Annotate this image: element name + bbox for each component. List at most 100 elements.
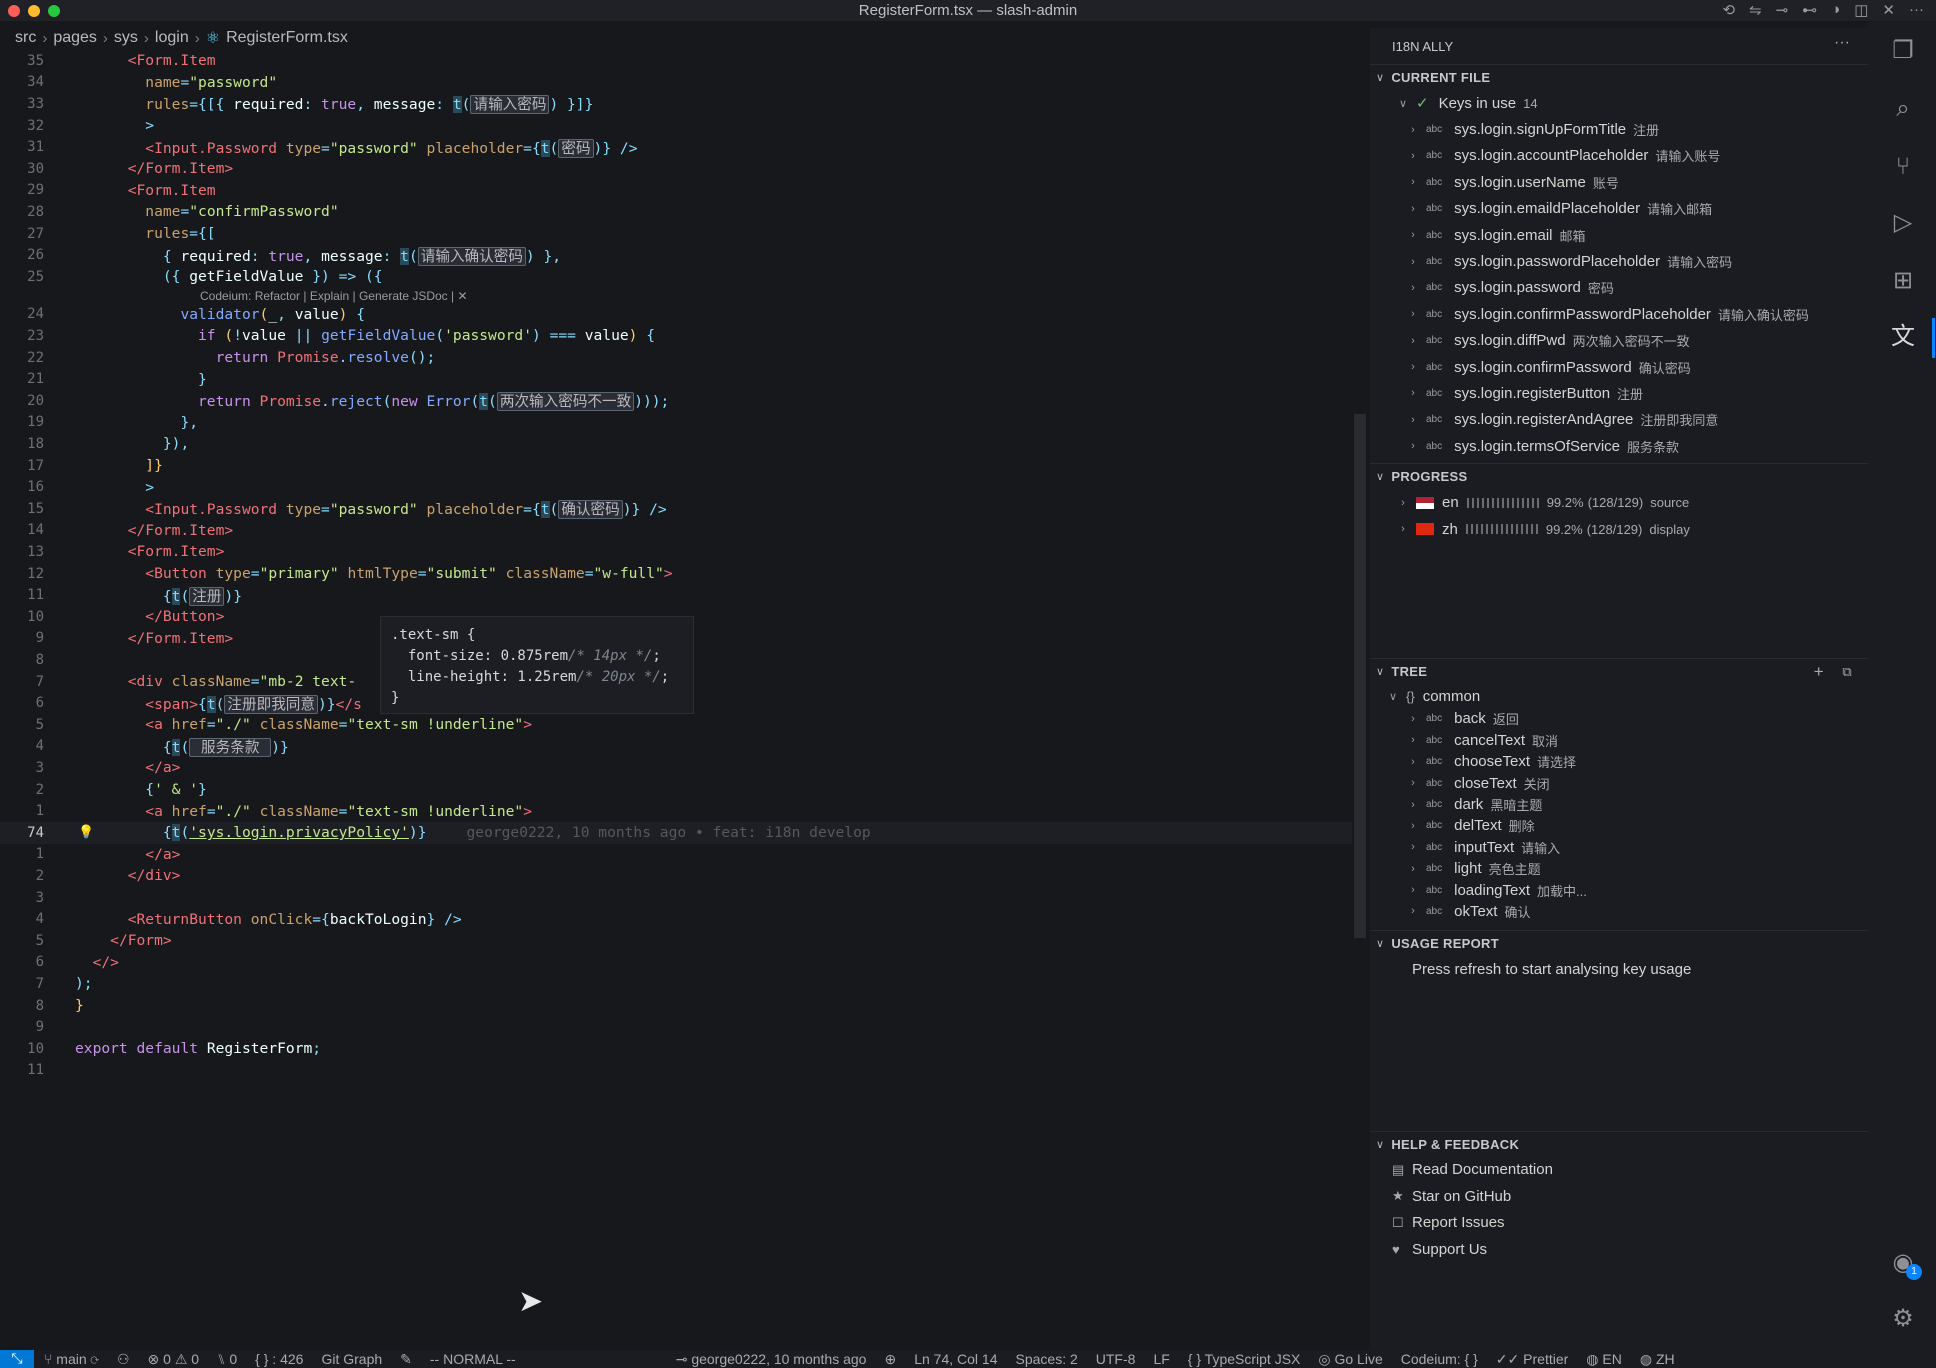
code-line[interactable]: 10 export default RegisterForm; — [0, 1038, 1352, 1060]
code-line[interactable]: 5 <a href="./" className="text-sm !under… — [0, 714, 1352, 736]
i18n-key-item[interactable]: › abc sys.login.diffPwd 两次输入密码不一致 — [1370, 328, 1868, 354]
code-line[interactable]: 29 <Form.Item — [0, 180, 1352, 202]
tree-item[interactable]: › abc loadingText 加载中... — [1370, 879, 1868, 900]
code-line[interactable]: 9 — [0, 1016, 1352, 1038]
git-graph-button[interactable]: Git Graph — [321, 1351, 382, 1367]
i18n-key-item[interactable]: › abc sys.login.termsOfService 服务条款 — [1370, 433, 1868, 459]
i18n-key-item[interactable]: › abc sys.login.passwordPlaceholder 请输入密码 — [1370, 248, 1868, 274]
prettier-status[interactable]: ✓✓ Prettier — [1496, 1351, 1568, 1368]
tree-item[interactable]: › abc chooseText 请选择 — [1370, 751, 1868, 772]
cursor-position[interactable]: Ln 74, Col 14 — [914, 1351, 997, 1367]
code-line[interactable]: 21 } — [0, 368, 1352, 390]
code-line[interactable]: 7); — [0, 973, 1352, 995]
section-tree[interactable]: ∨ TREE + ⧉ — [1370, 658, 1868, 684]
language-mode[interactable]: { } TypeScript JSX — [1188, 1351, 1301, 1367]
code-line[interactable]: 2 </div> — [0, 865, 1352, 887]
code-line[interactable]: 24 validator(_, value) { — [0, 304, 1352, 326]
remote-indicator-icon[interactable]: ⤡ — [0, 1350, 34, 1368]
codeium-status[interactable]: Codeium: { } — [1401, 1351, 1478, 1367]
breadcrumb-file[interactable]: RegisterForm.tsx — [226, 29, 348, 47]
add-icon[interactable]: + — [1814, 662, 1824, 682]
tree-item[interactable]: › abc delText 删除 — [1370, 815, 1868, 836]
source-language[interactable]: ◍ ZH — [1640, 1351, 1675, 1368]
zoom-icon[interactable]: ⊕ — [884, 1351, 896, 1368]
problems[interactable]: ⊗ 0 ⚠ 0 — [148, 1351, 200, 1368]
display-language[interactable]: ◍ EN — [1586, 1351, 1622, 1368]
section-usage-report[interactable]: ∨ USAGE REPORT — [1370, 930, 1868, 956]
editor-scrollbar[interactable] — [1354, 414, 1366, 938]
code-line[interactable]: 2 {' & '} — [0, 779, 1352, 801]
progress-item-zh[interactable]: › zh 99.2% (128/129) display — [1370, 516, 1868, 542]
code-line[interactable]: 15 <Input.Password type="password" place… — [0, 498, 1352, 520]
git-compare-icon[interactable]: ⊷ — [1802, 1, 1817, 19]
i18n-ally-icon[interactable]: 文 — [1888, 322, 1918, 352]
code-line[interactable]: 1 <a href="./" className="text-sm !under… — [0, 800, 1352, 822]
code-line[interactable]: 14 </Form.Item> — [0, 520, 1352, 542]
code-line[interactable]: 8} — [0, 995, 1352, 1017]
i18n-key-item[interactable]: › abc sys.login.confirmPasswordPlaceholder… — [1370, 301, 1868, 327]
i18n-key-item[interactable]: › abc sys.login.accountPlaceholder 请输入账号 — [1370, 143, 1868, 169]
panel-more-icon[interactable]: ··· — [1834, 34, 1850, 52]
git-branch[interactable]: ⑂ main ⟳ — [44, 1351, 99, 1367]
indentation[interactable]: Spaces: 2 — [1016, 1351, 1078, 1367]
code-line[interactable]: 32 > — [0, 115, 1352, 137]
code-line[interactable]: 1 </a> — [0, 844, 1352, 866]
code-line[interactable]: 4 <ReturnButton onClick={backToLogin} /> — [0, 908, 1352, 930]
tree-root[interactable]: ∨ {} common — [1370, 684, 1868, 708]
code-line[interactable]: 27 rules={[ — [0, 223, 1352, 245]
tree-item[interactable]: › abc dark 黑暗主题 — [1370, 794, 1868, 815]
git-blame-status[interactable]: ⊸ george0222, 10 months ago — [676, 1351, 867, 1368]
tree-item[interactable]: › abc okText 确认 — [1370, 901, 1868, 922]
settings-gear-icon[interactable]: ⚙ — [1888, 1304, 1918, 1334]
timeline-icon[interactable]: ◑ — [1831, 1, 1840, 19]
tree-item[interactable]: › abc back 返回 — [1370, 708, 1868, 729]
code-line[interactable]: 22 return Promise.resolve(); — [0, 347, 1352, 369]
code-line[interactable]: 28 name="confirmPassword" — [0, 201, 1352, 223]
extensions-icon[interactable]: ⊞ — [1888, 266, 1918, 296]
section-current-file[interactable]: ∨ CURRENT FILE — [1370, 64, 1868, 90]
breadcrumb-pages[interactable]: pages — [53, 29, 97, 47]
source-control-icon[interactable]: ⑂ — [1888, 152, 1918, 182]
code-line[interactable]: 17 ]} — [0, 455, 1352, 477]
code-line[interactable]: 11 {t(注册)} — [0, 584, 1352, 606]
help-report-issues[interactable]: ☐ Report Issues — [1370, 1209, 1868, 1235]
close-editor-icon[interactable]: ✕ — [1882, 1, 1895, 19]
help-read-docs[interactable]: ▤ Read Documentation — [1370, 1157, 1868, 1183]
compare-icon[interactable]: ⇋ — [1749, 1, 1762, 19]
history-icon[interactable]: ⟲ — [1722, 1, 1735, 19]
breadcrumb-sys[interactable]: sys — [114, 29, 138, 47]
code-line[interactable]: 34 name="password" — [0, 72, 1352, 94]
i18n-key-item[interactable]: › abc sys.login.emaildPlaceholder 请输入邮箱 — [1370, 196, 1868, 222]
end-of-line[interactable]: LF — [1153, 1351, 1169, 1367]
code-line[interactable]: 26 { required: true, message: t(请输入确认密码)… — [0, 244, 1352, 266]
ports[interactable]: ⑊ 0 — [217, 1351, 237, 1367]
code-line[interactable]: 6 </> — [0, 952, 1352, 974]
i18n-key-item[interactable]: › abc sys.login.registerAndAgree 注册即我同意 — [1370, 407, 1868, 433]
tree-item[interactable]: › abc cancelText 取消 — [1370, 730, 1868, 751]
code-line[interactable]: 11 — [0, 1060, 1352, 1082]
git-commit-icon[interactable]: ⊸ — [1776, 1, 1789, 19]
live-share-icon[interactable]: ⚇ — [117, 1351, 130, 1368]
code-line[interactable]: 30 </Form.Item> — [0, 158, 1352, 180]
code-line[interactable]: 74 {t('sys.login.privacyPolicy')} george0… — [0, 822, 1352, 844]
search-icon[interactable]: ⌕ — [1888, 94, 1918, 124]
code-line[interactable]: 18 }), — [0, 433, 1352, 455]
code-line[interactable]: 3 </a> — [0, 757, 1352, 779]
split-editor-icon[interactable]: ◫ — [1854, 1, 1868, 19]
codelens-actions[interactable]: Codeium: Refactor | Explain | Generate J… — [200, 289, 468, 303]
tree-item[interactable]: › abc inputText 请输入 — [1370, 837, 1868, 858]
tree-item[interactable]: › abc closeText 关闭 — [1370, 772, 1868, 793]
codelens-row[interactable]: Codeium: Refactor | Explain | Generate J… — [0, 288, 1352, 304]
code-line[interactable]: 25 ({ getFieldValue }) => ({ — [0, 266, 1352, 288]
code-line[interactable]: 23 if (!value || getFieldValue('password… — [0, 325, 1352, 347]
code-line[interactable]: 19 }, — [0, 412, 1352, 434]
code-line[interactable]: 35 <Form.Item — [0, 50, 1352, 72]
progress-item-en[interactable]: › en 99.2% (128/129) source — [1370, 489, 1868, 515]
collapse-all-icon[interactable]: ⧉ — [1842, 664, 1852, 680]
breadcrumb-src[interactable]: src — [15, 29, 36, 47]
help-support-us[interactable]: ♥ Support Us — [1370, 1236, 1868, 1262]
i18n-key-item[interactable]: › abc sys.login.email 邮箱 — [1370, 222, 1868, 248]
go-live[interactable]: ◎ Go Live — [1318, 1351, 1382, 1368]
code-line[interactable]: 16 > — [0, 476, 1352, 498]
i18n-key-item[interactable]: › abc sys.login.userName 账号 — [1370, 169, 1868, 195]
